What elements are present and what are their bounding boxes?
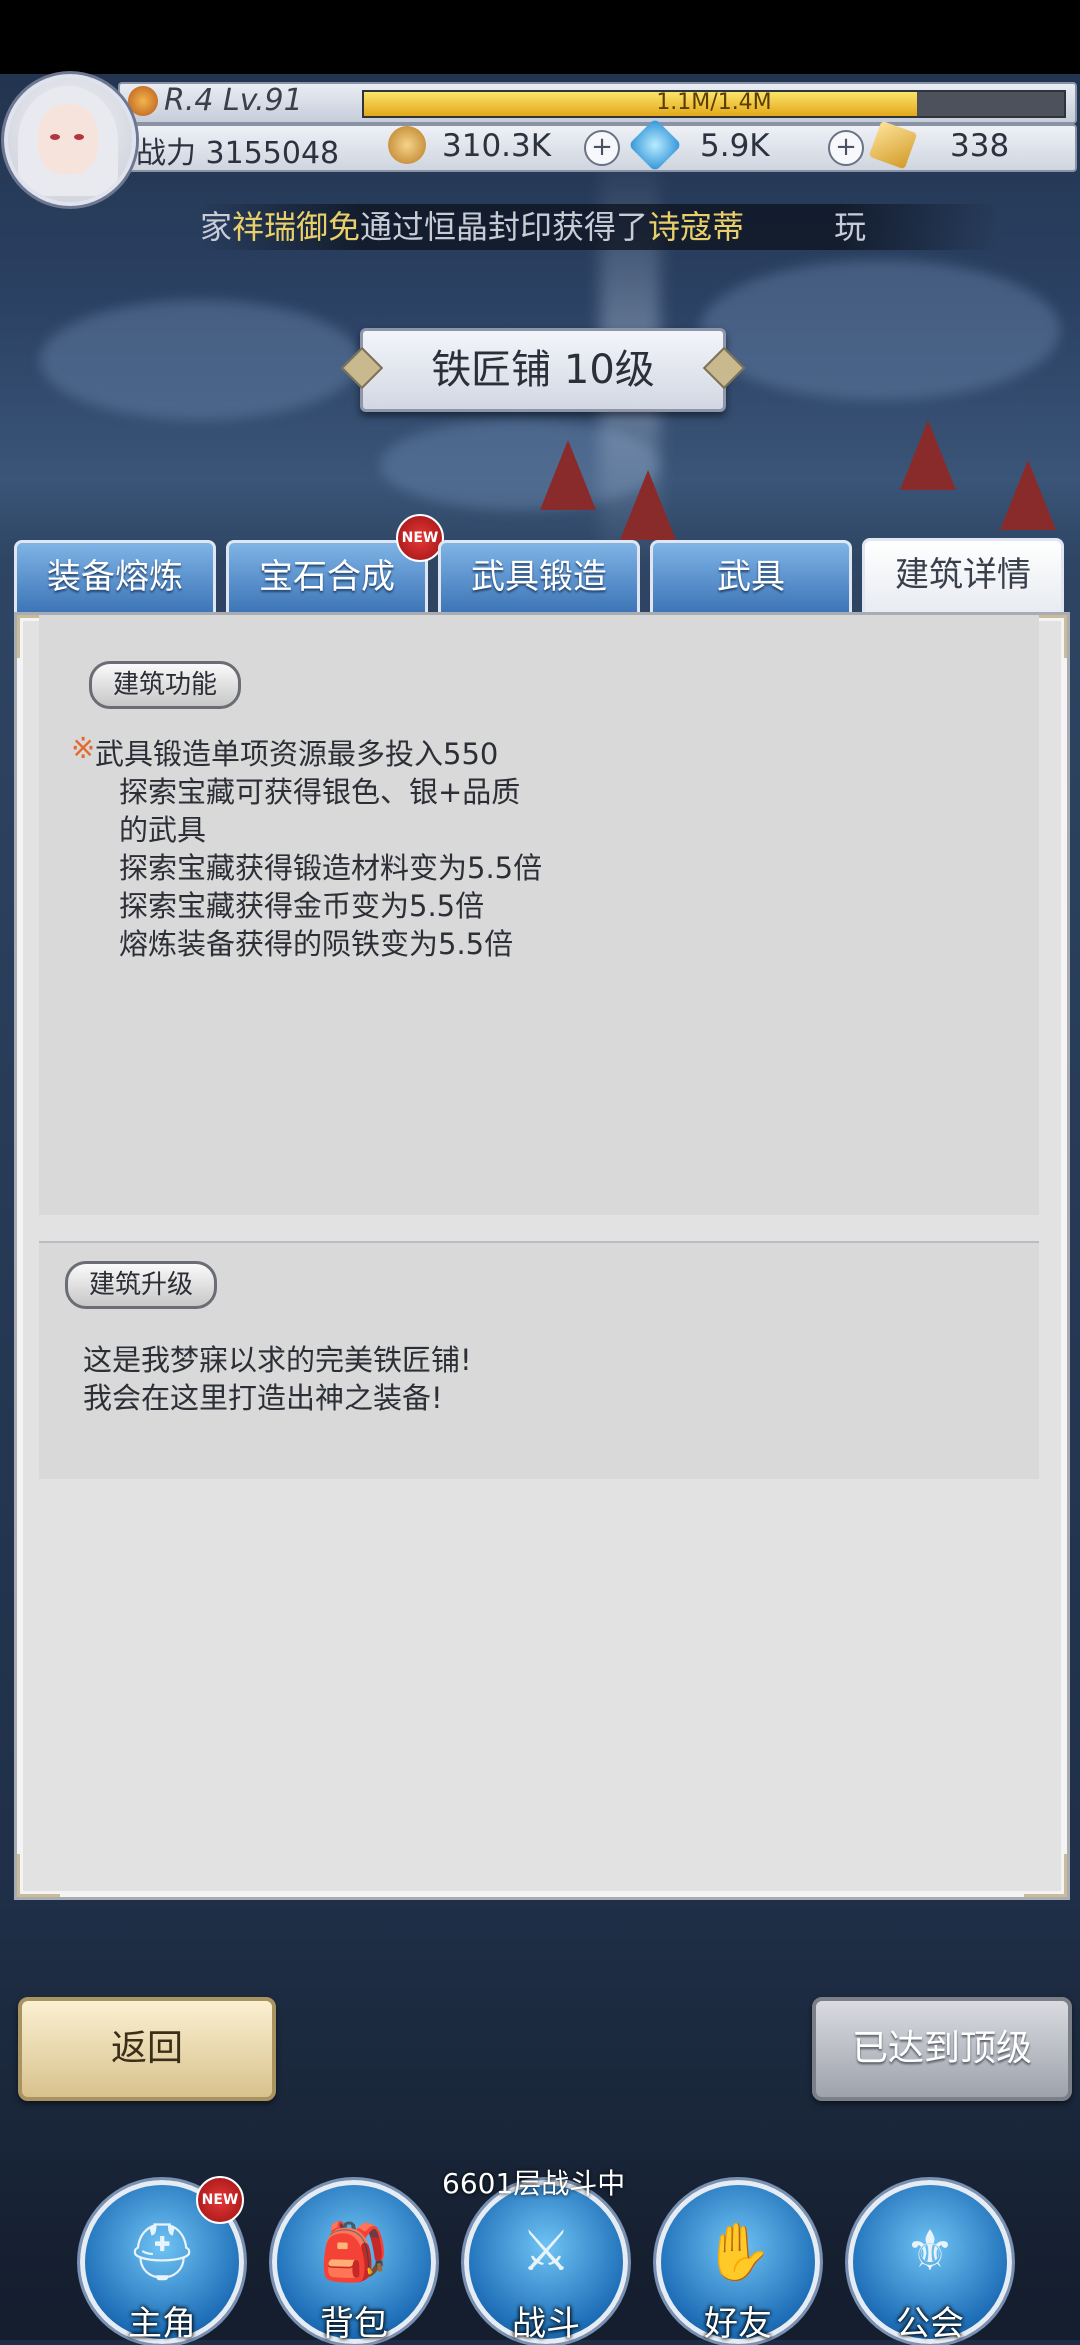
upgrade-section: 建筑升级 这是我梦寐以求的完美铁匠铺! 我会在这里打造出神之装备! (39, 1243, 1039, 1479)
upgrade-line: 这是我梦寐以求的完美铁匠铺! (83, 1343, 472, 1377)
nav-guild[interactable]: ⚜ 公会 (848, 2180, 1012, 2344)
handshake-icon: ✋ (703, 2220, 773, 2285)
corner-ornament (1024, 1854, 1067, 1897)
corner-ornament (17, 1854, 60, 1897)
announcement-ticker: 家祥瑞御免通过恒晶封印获得了诗寇蒂玩 (200, 204, 1000, 250)
tab-equipment-smelt[interactable]: 装备熔炼 (14, 540, 216, 613)
rank-level: R.4 Lv.91 (164, 83, 303, 118)
crossed-swords-icon: ⚔ (520, 2219, 572, 2284)
combat-power: 战力 3155048 (136, 136, 340, 171)
function-section: 建筑功能 ※ 武具锻造单项资源最多投入550 探索宝藏可获得银色、银+品质 的武… (39, 615, 1039, 1215)
function-line: 探索宝藏获得金币变为5.5倍 (119, 889, 485, 923)
details-panel: 建筑功能 ※ 武具锻造单项资源最多投入550 探索宝藏可获得银色、银+品质 的武… (14, 612, 1070, 1900)
upgrade-section-label: 建筑升级 (65, 1261, 217, 1309)
tab-bar: 装备熔炼 宝石合成 NEW 武具锻造 武具 建筑详情 (14, 514, 1066, 615)
tab-weapons[interactable]: 武具 (650, 540, 852, 613)
nav-backpack[interactable]: 🎒 背包 (272, 2180, 436, 2344)
function-line: 的武具 (119, 813, 207, 847)
exp-bar: 1.1M/1.4M (362, 90, 1066, 118)
back-button[interactable]: 返回 (18, 1997, 276, 2101)
ticket-amount: 338 (950, 128, 1010, 164)
add-gold-button[interactable]: + (584, 130, 620, 166)
rank-badge-icon (128, 86, 158, 116)
tab-weapon-forge[interactable]: 武具锻造 (438, 540, 640, 613)
gem-amount: 5.9K (700, 128, 770, 164)
gold-amount: 310.3K (442, 128, 552, 164)
nav-battle[interactable]: ⚔ 战斗 (464, 2180, 628, 2344)
exp-text: 1.1M/1.4M (656, 90, 772, 115)
new-badge: NEW (396, 514, 444, 562)
guild-emblem-icon: ⚜ (904, 2219, 956, 2284)
function-line: 探索宝藏可获得银色、银+品质 (119, 775, 521, 809)
hero-helmet-icon: ⛑ (126, 2220, 198, 2285)
backpack-icon: 🎒 (319, 2220, 389, 2285)
function-section-label: 建筑功能 (89, 661, 241, 709)
function-line: 探索宝藏获得锻造材料变为5.5倍 (119, 851, 543, 885)
tab-gem-synthesis[interactable]: 宝石合成 (226, 540, 428, 613)
upgrade-line: 我会在这里打造出神之装备! (83, 1381, 443, 1415)
battle-floor-status: 6601层战斗中 (442, 2167, 626, 2200)
player-avatar[interactable] (4, 74, 136, 206)
top-hud: R.4 Lv.91 1.1M/1.4M 战力 3155048 310.3K + … (0, 74, 1080, 250)
note-mark: ※ (71, 731, 96, 765)
add-gem-button[interactable]: + (828, 130, 864, 166)
function-line: 熔炼装备获得的陨铁变为5.5倍 (119, 927, 514, 961)
building-title: 铁匠铺 10级 (360, 328, 726, 412)
max-level-button: 已达到顶级 (812, 1997, 1072, 2101)
nav-friends[interactable]: ✋ 好友 (656, 2180, 820, 2344)
tab-building-details[interactable]: 建筑详情 (862, 538, 1064, 615)
function-line: 武具锻造单项资源最多投入550 (95, 737, 499, 771)
gold-coin-icon (388, 126, 426, 164)
new-badge: NEW (196, 2176, 244, 2224)
